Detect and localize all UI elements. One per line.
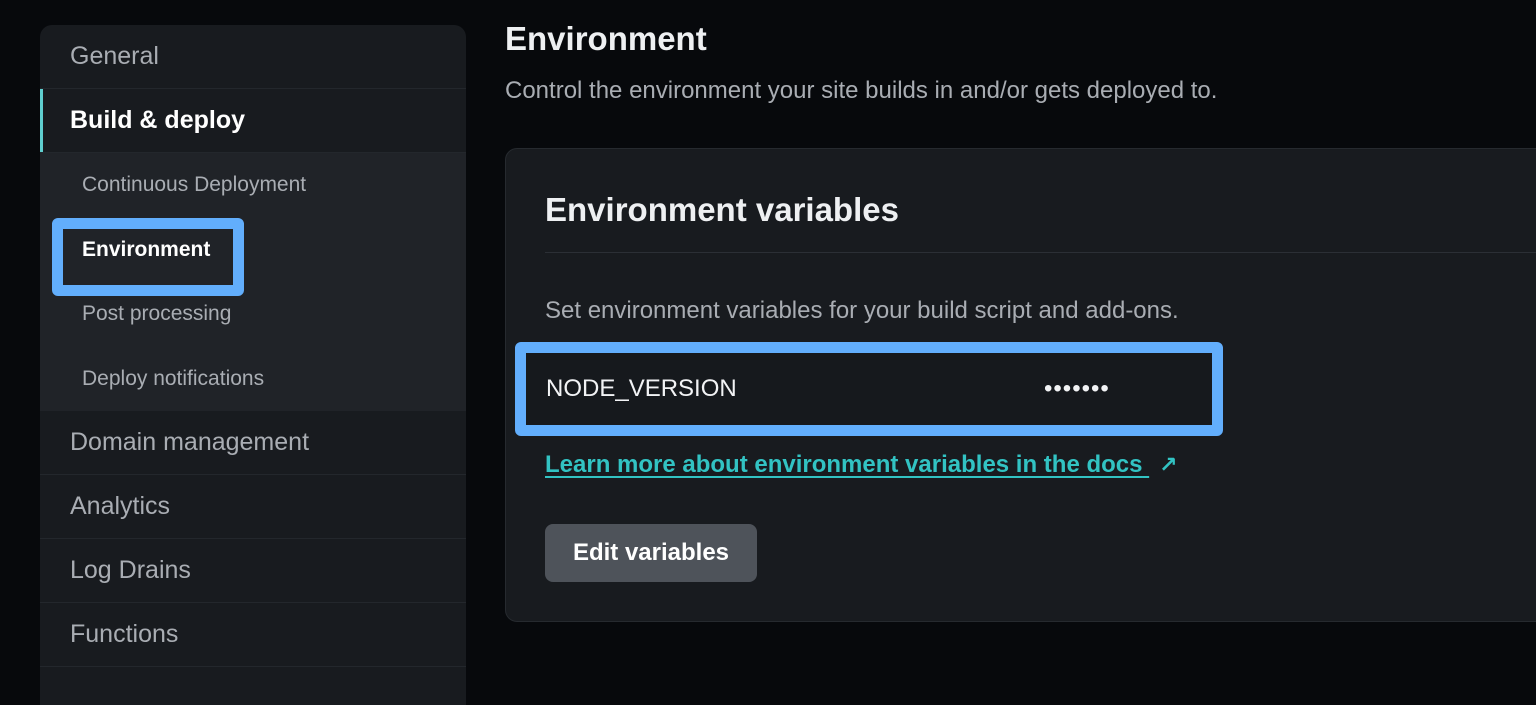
build-deploy-subnav: Continuous Deployment Environment Post p… (40, 153, 466, 411)
card-divider (545, 252, 1536, 253)
card-description: Set environment variables for your build… (545, 297, 1179, 324)
subnav-item-label: Deploy notifications (82, 366, 265, 390)
sidebar-item-label: Analytics (70, 492, 171, 520)
subnav-item-label: Environment (82, 237, 211, 261)
docs-link[interactable]: Learn more about environment variables i… (545, 451, 1178, 479)
subnav-item-continuous-deployment[interactable]: Continuous Deployment (40, 153, 466, 218)
card-title: Environment variables (545, 191, 899, 228)
sidebar-item-analytics[interactable]: Analytics (40, 475, 466, 539)
sidebar-item-functions[interactable]: Functions (40, 603, 466, 667)
sidebar-item-label: Domain management (70, 428, 310, 456)
external-link-icon: ↗ (1159, 452, 1178, 477)
docs-link-label: Learn more about environment variables i… (545, 451, 1143, 478)
sidebar-item-label: Functions (70, 620, 179, 648)
sidebar-item-label: Build & deploy (70, 106, 245, 134)
sidebar-item-label: Log Drains (70, 556, 191, 584)
page-subtitle: Control the environment your site builds… (505, 77, 1218, 104)
env-variable-value-masked: ••••••• (1044, 375, 1110, 402)
sidebar-item-build-deploy[interactable]: Build & deploy (40, 89, 466, 153)
env-variable-key: NODE_VERSION (546, 375, 737, 402)
env-variable-row[interactable]: NODE_VERSION ••••••• (515, 342, 1223, 436)
sidebar-item-log-drains[interactable]: Log Drains (40, 539, 466, 603)
subnav-item-label: Continuous Deployment (82, 173, 307, 197)
subnav-item-deploy-notifications[interactable]: Deploy notifications (40, 347, 466, 412)
subnav-item-label: Post processing (82, 302, 232, 326)
environment-variables-card: Environment variables Set environment va… (505, 148, 1536, 622)
sidebar-item-label: General (70, 42, 159, 70)
settings-sidebar: General Build & deploy Continuous Deploy… (40, 25, 466, 705)
subnav-item-environment[interactable]: Environment (40, 217, 466, 296)
subnav-item-post-processing[interactable]: Post processing (40, 282, 466, 347)
sidebar-item-domain-management[interactable]: Domain management (40, 411, 466, 475)
edit-variables-button[interactable]: Edit variables (545, 524, 757, 582)
page-title: Environment (505, 20, 707, 57)
sidebar-item-general[interactable]: General (40, 25, 466, 89)
